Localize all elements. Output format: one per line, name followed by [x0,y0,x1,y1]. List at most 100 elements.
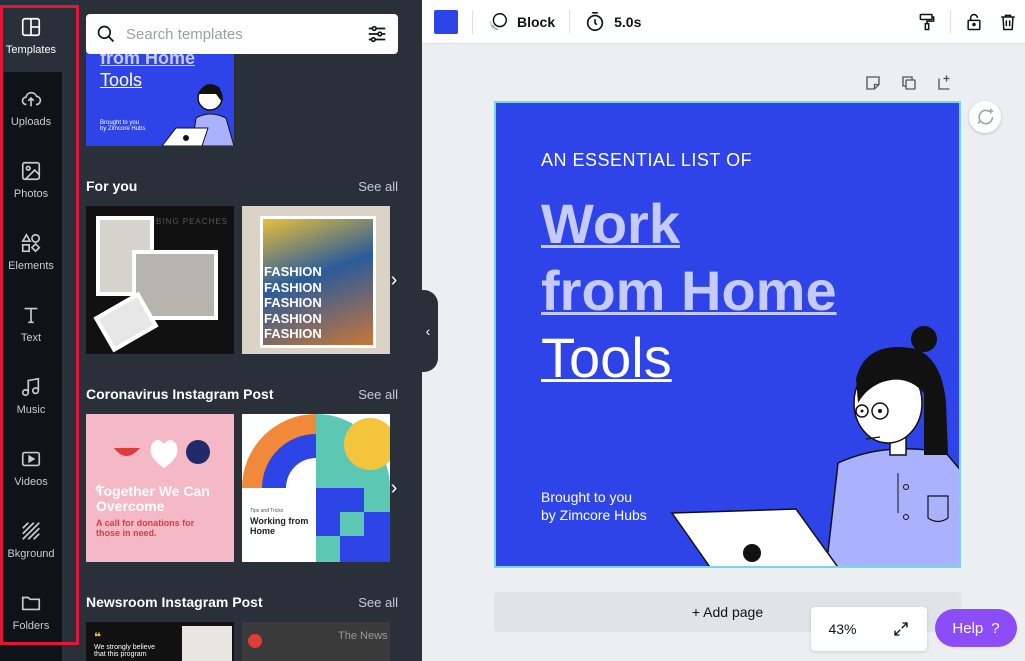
thumb-title: Working from Home [250,516,309,536]
music-icon [21,377,40,397]
thumb-subtitle: Tips and Tricks [250,508,284,514]
see-all-link[interactable]: See all [358,595,398,610]
thumb-title: Together We Can Overcome [96,483,210,514]
sidebar-item-folders[interactable]: Folders [0,576,62,648]
side-rail: Templates Uploads Photos Elements Text M… [0,0,62,661]
delete-button[interactable] [991,0,1025,44]
design-credit-line2[interactable]: by Zimcore Hubs [541,507,647,523]
design-kicker[interactable]: AN ESSENTIAL LIST OF [541,150,752,171]
timer-icon [586,11,604,31]
fashion-line: FASHION [264,264,322,279]
add-note-button[interactable] [862,72,884,94]
person-illustration [161,84,234,146]
duration-button[interactable]: 5.0s [584,11,641,33]
animate-icon [489,12,507,30]
search-bar[interactable] [86,14,398,54]
chevron-left-icon: ‹ [425,323,431,339]
person-at-laptop-illustration[interactable] [666,313,961,568]
duration-label: 5.0s [614,13,642,30]
help-button[interactable]: Help ? [935,609,1017,647]
sidebar-item-videos[interactable]: Videos [0,432,62,504]
toolbar-right-group [910,0,1025,44]
sidebar-item-label: Templates [5,44,57,56]
template-thumb-work-from-home[interactable]: from Home Tools Brought to you by Zimcor… [86,40,234,146]
sidebar-item-background[interactable]: Bkground [0,504,62,576]
design-credit-line1[interactable]: Brought to you [541,489,632,505]
text-icon [24,307,38,324]
duplicate-page-button[interactable] [898,72,920,94]
sidebar-item-photos[interactable]: Photos [0,144,62,216]
folder-icon [21,596,41,611]
trash-icon [1001,14,1015,31]
section-title: Newsroom Instagram Post [86,594,263,610]
record-icon [248,634,262,648]
templates-icon [21,17,41,37]
sidebar-item-text[interactable]: Text [0,288,62,360]
shapes-icon [21,233,41,253]
photo-icon [21,161,41,181]
search-icon [97,25,115,43]
sidebar-item-label: Photos [13,188,49,200]
design-title-line3[interactable]: Tools [541,325,672,390]
template-thumb[interactable]: VIBING PEACHES [86,206,234,354]
zoom-level[interactable]: 43% [828,621,856,637]
sidebar-item-label: Text [20,332,42,344]
templates-panel: from Home Tools Brought to you by Zimcor… [62,0,422,661]
copy-style-button[interactable] [910,0,944,44]
fullscreen-icon[interactable] [892,620,910,638]
see-all-link[interactable]: See all [358,387,398,402]
add-page-icon [938,75,950,90]
paint-roller-icon [919,13,935,31]
photo-frame [182,626,232,661]
duplicate-icon [902,76,916,90]
quote-icon: ❝ [94,630,102,644]
section-title: Coronavirus Instagram Post [86,386,274,402]
comment-add-icon [977,108,994,125]
template-thumb[interactable]: Tips and Tricks Working from Home [242,414,390,562]
chevron-right-icon[interactable]: › [382,268,406,292]
add-comment-button[interactable] [969,101,1001,133]
sidebar-item-label: Folders [12,620,50,632]
thumb-subtitle: A call for donations for those in need. [96,518,195,538]
thumb-title: Tools [100,70,143,90]
template-thumb[interactable]: ❝ We strongly believe that this program [86,622,234,661]
design-title-line1[interactable]: Work [541,191,680,256]
add-page-icon-button[interactable] [934,72,956,94]
template-thumb[interactable]: FASHION FASHION FASHION FASHION FASHION [242,206,390,354]
animate-label: Block [517,13,556,30]
animate-button[interactable]: Block [487,11,555,33]
toolbar-divider [950,10,951,34]
sidebar-item-label: Bkground [7,548,55,560]
zoom-control: 43% [811,607,927,651]
thumb-title: We strongly believe that this program [94,644,155,658]
fashion-line: FASHION [264,310,322,326]
fashion-line: FASHION [264,295,322,310]
chevron-right-icon[interactable]: › [382,476,406,500]
color-swatch[interactable] [434,9,458,34]
video-icon [21,451,41,467]
sidebar-item-label: Elements [8,260,54,272]
upload-icon [21,91,42,107]
collapse-panel-button[interactable]: ‹ [418,290,438,372]
search-input[interactable] [126,25,366,43]
geometric-pattern [242,414,390,562]
template-thumb[interactable]: The News [242,622,390,661]
chevron-left-icon[interactable]: ‹ [86,476,110,500]
sidebar-item-uploads[interactable]: Uploads [0,72,62,144]
lock-icon [967,13,981,31]
toolbar-divider [569,9,571,34]
fashion-line: FASHION [264,326,322,341]
fashion-line: FASHION [264,279,322,295]
filter-icon[interactable] [366,23,388,45]
see-all-link[interactable]: See all [358,179,398,194]
fashion-text: FASHION FASHION FASHION FASHION FASHION [264,264,322,342]
thumb-title: The News [338,630,388,642]
sidebar-item-templates[interactable]: Templates [0,0,62,72]
sidebar-item-label: Uploads [10,116,52,128]
sidebar-item-music[interactable]: Music [0,360,62,432]
lock-button[interactable] [957,0,991,44]
top-toolbar: Block 5.0s [422,0,1025,44]
design-canvas[interactable]: AN ESSENTIAL LIST OF Work from Home Tool… [494,101,961,568]
sidebar-item-elements[interactable]: Elements [0,216,62,288]
sidebar-item-label: Music [16,404,46,416]
